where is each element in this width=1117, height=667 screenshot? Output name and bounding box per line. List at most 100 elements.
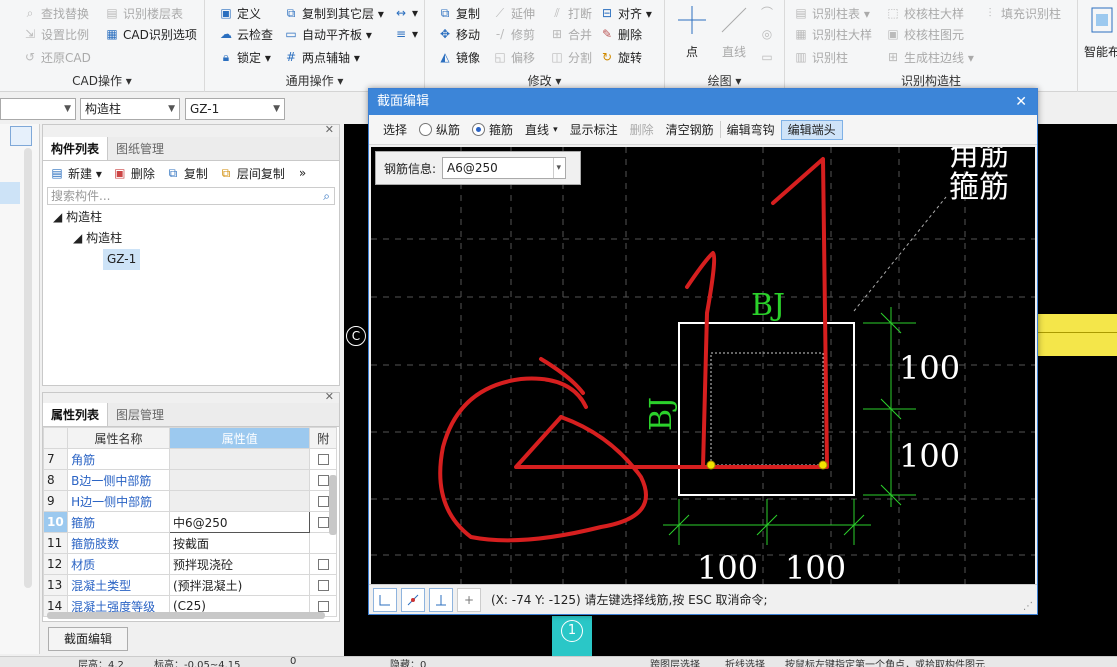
align-button[interactable]: ⊟ 对齐 ▾ [599,3,652,23]
polyline-select-button[interactable]: 折线选择 [725,657,765,667]
table-row[interactable]: 11 箍筋肢数 按截面 [43,532,337,554]
copy-between-floors-button[interactable]: ⧉ 层间复制 [218,165,285,182]
search-icon[interactable]: ⌕ [323,188,330,204]
axis-marker[interactable]: C [346,326,366,346]
free-angle-button[interactable] [401,587,425,612]
stirrup-radio[interactable]: 箍筋 [466,121,519,138]
lock-button[interactable]: 🔒︎ 锁定 ▾ [218,47,271,67]
extend-button[interactable]: ⟋ 延伸 [492,3,535,23]
rebar-point[interactable] [818,460,828,470]
break-button[interactable]: ⫽ 打断 [549,3,592,23]
split-button[interactable]: ◫ 分割 [549,47,592,67]
panel-toggle-button[interactable] [10,126,32,146]
add-point-button[interactable]: + [457,587,481,612]
ribbon-group-title[interactable]: 绘图 ▾ [665,72,784,89]
copy-to-layer-button[interactable]: ⧉ 复制到其它层 ▾ [283,3,384,23]
floor-select[interactable]: ▼ [0,98,76,120]
table-row-selected[interactable]: 10 箍筋 中6@250 [43,511,337,533]
attach-checkbox[interactable] [317,580,329,591]
table-row[interactable]: 13 混凝土类型 (预拌混凝土) [43,574,337,596]
recognize-floor-table-button[interactable]: ▤ 识别楼层表 [104,3,183,23]
line-button[interactable]: 直线 [715,4,753,60]
horizontal-scrollbar[interactable] [47,612,325,619]
fill-recognize-column-button[interactable]: ⫶ 填充识别柱 [982,3,1061,23]
tab-component-list[interactable]: 构件列表 [43,137,109,160]
set-scale-button[interactable]: ⇲ 设置比例 [22,24,89,44]
collapse-icon[interactable]: ◢ [53,210,62,224]
new-component-button[interactable]: ▤ 新建 ▾ [49,165,102,182]
rebar-info-select[interactable]: A6@250 ▾ [442,157,567,179]
copy-component-button[interactable]: ⧉ 复制 [165,165,208,182]
perpendicular-snap-button[interactable] [429,587,453,612]
offset-button[interactable]: ◱ 偏移 [492,47,535,67]
recognize-column-table-button[interactable]: ▤ 识别柱表 ▾ [793,3,870,23]
axis-number-badge[interactable]: 1 [561,620,583,642]
merge-button[interactable]: ⊞ 合并 [549,24,592,44]
trim-button[interactable]: -/修剪 [492,24,535,44]
tab-layer-management[interactable]: 图层管理 [108,403,172,426]
attach-checkbox[interactable] [317,496,329,507]
tab-property-list[interactable]: 属性列表 [43,403,109,426]
close-icon[interactable]: ✕ [1015,89,1027,115]
table-row[interactable]: 9 H边一侧中部筋 [43,490,337,512]
component-search-input[interactable]: 搜索构件... ⌕ [47,187,335,205]
tree-node-group[interactable]: ◢ 构造柱 [43,228,339,249]
scrollbar[interactable] [24,148,32,588]
close-icon[interactable]: ✕ [325,123,334,136]
clear-rebar-button[interactable]: 清空钢筋 [660,121,720,138]
more-icon[interactable]: » [299,166,306,180]
longitudinal-rebar-radio[interactable]: 纵筋 [413,121,466,138]
yellow-element[interactable] [1038,314,1117,356]
auto-align-slab-button[interactable]: ▭ 自动平齐板 ▾ [283,24,372,44]
ribbon-group-title[interactable]: CAD操作 ▾ [0,72,204,89]
attach-checkbox[interactable] [317,517,329,528]
mirror-button[interactable]: ◭ 镜像 [437,47,480,67]
layers-dropdown[interactable]: ≡ ▾ [393,24,418,44]
arc-tool-button[interactable]: ⌒ [759,3,775,23]
cross-layer-select-button[interactable]: 跨图层选择 [650,657,700,667]
ribbon-group-title[interactable]: 通用操作 ▾ [205,72,424,89]
copy-button[interactable]: ⧉ 复制 [437,3,480,23]
tree-node-gz1[interactable]: GZ-1 [43,249,339,270]
section-edit-button[interactable]: 截面编辑 [48,627,128,651]
delete-component-button[interactable]: ▣ 删除 [112,165,155,182]
cloud-check-button[interactable]: ☁ 云检查 [218,24,273,44]
attach-checkbox[interactable] [317,601,329,612]
line-dropdown[interactable]: 直线 ▾ [519,121,564,138]
recognize-column-button[interactable]: ▥ 识别柱 [793,47,848,67]
select-button[interactable]: 选择 [377,121,413,138]
two-point-axis-button[interactable]: # 两点辅轴 ▾ [283,47,360,67]
rect-tool-button[interactable]: ▭ [759,47,775,67]
scrollbar[interactable] [329,475,337,535]
show-label-button[interactable]: 显示标注 [564,121,624,138]
dimension-dropdown[interactable]: ↔ ▾ [393,3,418,23]
section-canvas[interactable]: 角筋 箍筋 BJ BJ 100 100 100 100 钢筋信息: A6@250… [371,147,1035,584]
ribbon-group-title[interactable]: 修改 ▾ [425,72,664,89]
smart-layout-button[interactable]: 智能布 [1082,4,1117,60]
circle-tool-button[interactable]: ◎ [759,24,775,44]
find-replace-button[interactable]: ⌕ 查找替换 [22,3,89,23]
attach-checkbox[interactable] [317,454,329,465]
edit-end-button[interactable]: 编辑端头 [780,119,843,140]
tree-node-root[interactable]: ◢ 构造柱 [43,207,339,228]
nav-selected-item[interactable] [0,182,20,204]
category-select[interactable]: 构造柱 ▼ [80,98,180,120]
edit-hook-button[interactable]: 编辑弯钩 [719,121,781,138]
dialog-titlebar[interactable]: 截面编辑 ✕ [369,89,1037,115]
attach-checkbox[interactable] [317,559,329,570]
table-row[interactable]: 7 角筋 [43,448,337,470]
check-column-detail-button[interactable]: ⬚ 校核柱大样 [885,3,964,23]
attach-checkbox[interactable] [317,475,329,486]
point-button[interactable]: 点 [675,4,709,60]
delete-rebar-button[interactable]: 删除 [624,121,660,138]
rotate-button[interactable]: ↻ 旋转 [599,47,642,67]
recognize-column-detail-button[interactable]: ▦ 识别柱大样 [793,24,872,44]
table-row[interactable]: 8 B边一侧中部筋 [43,469,337,491]
generate-column-edge-button[interactable]: ⊞ 生成柱边线 ▾ [885,47,974,67]
cad-options-button[interactable]: ▦ CAD识别选项 [104,24,197,44]
rebar-point[interactable] [706,460,716,470]
close-icon[interactable]: ✕ [325,393,334,403]
tab-drawing-management[interactable]: 图纸管理 [108,137,172,160]
restore-cad-button[interactable]: ↺ 还原CAD [22,47,91,67]
define-button[interactable]: ▣ 定义 [218,3,261,23]
